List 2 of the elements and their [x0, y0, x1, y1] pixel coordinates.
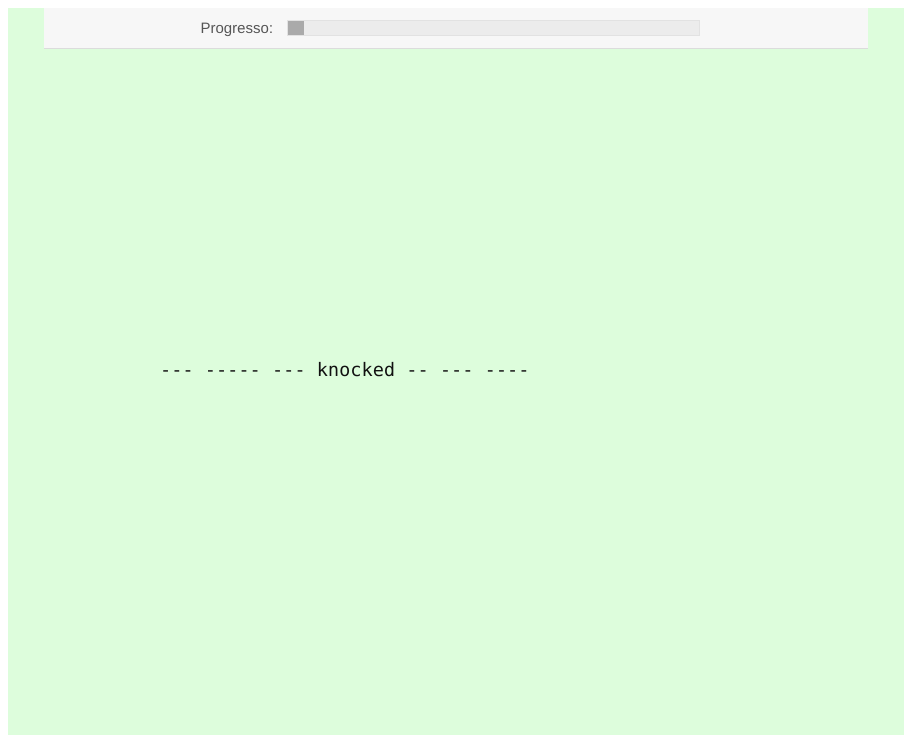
progress-label: Progresso:	[199, 20, 274, 36]
cloze-sentence: --- ----- --- knocked -- --- ----	[160, 360, 530, 381]
